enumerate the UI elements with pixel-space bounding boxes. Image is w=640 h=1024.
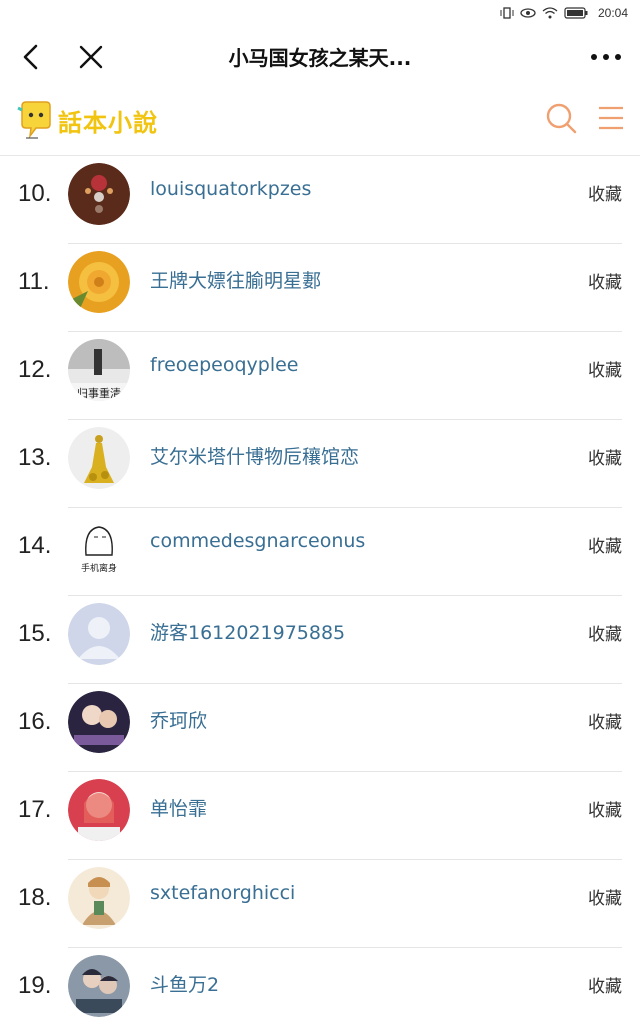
rank-number: 13.: [18, 444, 52, 471]
favorite-button[interactable]: 收藏: [588, 972, 622, 997]
avatar[interactable]: [68, 955, 130, 1017]
username-link[interactable]: 单怡霏: [150, 794, 207, 821]
avatar[interactable]: [68, 251, 130, 313]
list-item[interactable]: 18. sxtefanorghicci 收藏: [0, 860, 640, 948]
list-item[interactable]: 16. 乔珂欣 收藏: [0, 684, 640, 772]
more-icon[interactable]: [586, 40, 626, 74]
list-item[interactable]: 17. 单怡霏 收藏: [0, 772, 640, 860]
username-link[interactable]: 斗鱼万2: [150, 970, 219, 997]
avatar[interactable]: [68, 779, 130, 841]
status-bar: 20:04: [0, 0, 640, 26]
rank-number: 16.: [18, 708, 52, 735]
username-link[interactable]: louisquatorkpzes: [150, 178, 311, 200]
svg-text:归事重清: 归事重清: [77, 386, 121, 400]
list-item[interactable]: 15. 游客1612021975885 收藏: [0, 596, 640, 684]
favorite-button[interactable]: 收藏: [588, 708, 622, 733]
list-item[interactable]: 11. 王牌大嫖往腧明星郪 收藏: [0, 244, 640, 332]
svg-text:手机离身: 手机离身: [81, 562, 117, 574]
username-link[interactable]: freoepeoqyplee: [150, 354, 298, 376]
favorite-button[interactable]: 收藏: [588, 268, 622, 293]
avatar[interactable]: 归事重清: [68, 339, 130, 401]
username-link[interactable]: 游客1612021975885: [150, 618, 345, 645]
avatar[interactable]: [68, 867, 130, 929]
logo-text: 話本小說: [58, 107, 158, 137]
list-item[interactable]: 13. 艾尔米塔什博物卮穰馆恋 收藏: [0, 420, 640, 508]
favorite-button[interactable]: 收藏: [588, 532, 622, 557]
favorite-button[interactable]: 收藏: [588, 356, 622, 381]
avatar[interactable]: [68, 603, 130, 665]
list-item[interactable]: 12. 归事重清 freoepeoqyplee 收藏: [0, 332, 640, 420]
status-time: 20:04: [597, 6, 628, 20]
avatar[interactable]: 手机离身: [68, 515, 130, 577]
rank-number: 17.: [18, 796, 52, 823]
favorite-button[interactable]: 收藏: [588, 444, 622, 469]
rank-number: 14.: [18, 532, 52, 559]
username-link[interactable]: 艾尔米塔什博物卮穰馆恋: [150, 442, 359, 469]
username-link[interactable]: 乔珂欣: [150, 706, 207, 733]
favorite-button[interactable]: 收藏: [588, 884, 622, 909]
avatar[interactable]: [68, 691, 130, 753]
avatar[interactable]: [68, 163, 130, 225]
rank-number: 12.: [18, 356, 52, 383]
rank-number: 11.: [18, 268, 50, 295]
page-title: 小马国女孩之某天...: [228, 46, 412, 70]
rank-number: 18.: [18, 884, 52, 911]
username-link[interactable]: sxtefanorghicci: [150, 882, 295, 904]
rank-number: 15.: [18, 620, 52, 647]
user-list: 10. louisquatorkpzes 收藏 11. 王牌大嫖往腧明星郪 收藏…: [0, 156, 640, 1024]
list-item[interactable]: 14. 手机离身 commedesgnarceonus 收藏: [0, 508, 640, 596]
nav-bar: 小马国女孩之某天...: [0, 26, 640, 86]
username-link[interactable]: commedesgnarceonus: [150, 530, 365, 552]
chat-bubble-logo-icon: [17, 101, 51, 139]
avatar[interactable]: [68, 427, 130, 489]
list-item[interactable]: 19. 斗鱼万2 收藏: [0, 948, 640, 1024]
site-header: 話本小說: [0, 86, 640, 156]
favorite-button[interactable]: 收藏: [588, 180, 622, 205]
rank-number: 10.: [18, 180, 52, 207]
list-item[interactable]: 10. louisquatorkpzes 收藏: [0, 156, 640, 244]
username-link[interactable]: 王牌大嫖往腧明星郪: [150, 266, 321, 293]
eye-icon: [520, 8, 536, 18]
wifi-icon: [542, 7, 558, 19]
rank-number: 19.: [18, 972, 52, 999]
vibrate-icon: [500, 7, 514, 19]
battery-icon: [564, 7, 588, 19]
favorite-button[interactable]: 收藏: [588, 620, 622, 645]
site-logo[interactable]: 話本小說: [16, 98, 158, 142]
back-arrow-icon[interactable]: [14, 40, 48, 74]
search-icon[interactable]: [544, 101, 578, 135]
favorite-button[interactable]: 收藏: [588, 796, 622, 821]
close-icon[interactable]: [74, 40, 108, 74]
menu-icon[interactable]: [596, 103, 626, 133]
